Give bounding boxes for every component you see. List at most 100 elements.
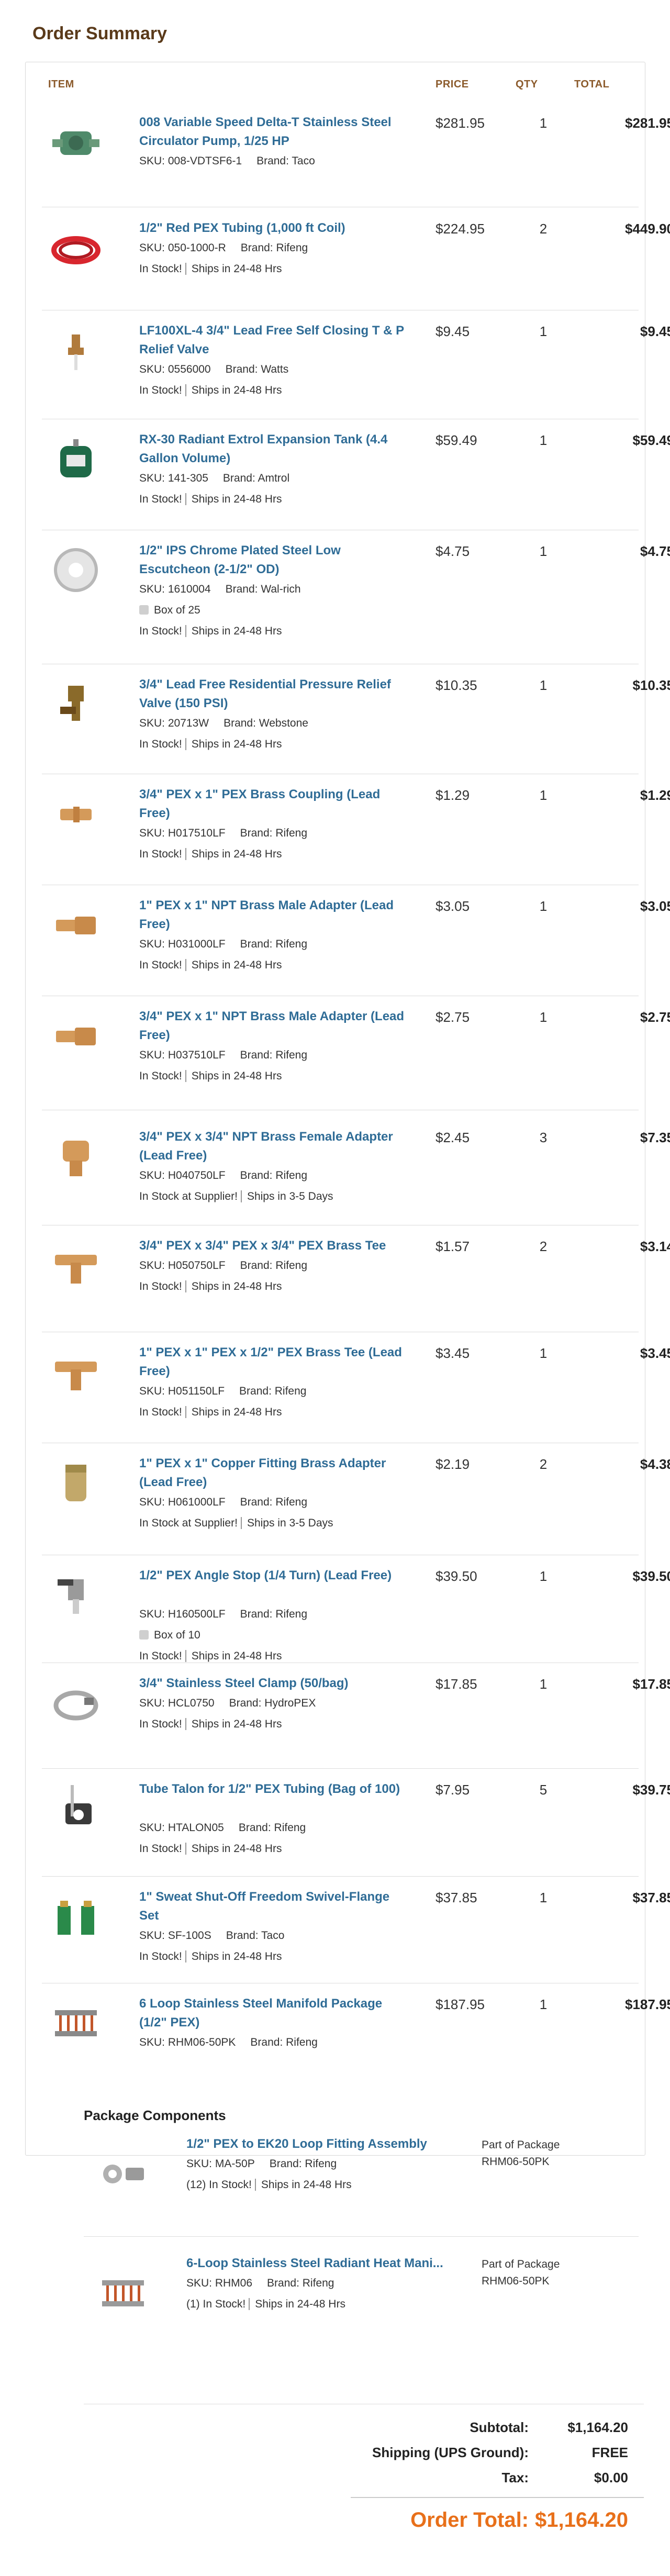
item-qty: 1 <box>539 787 548 803</box>
package-components-title: Package Components <box>84 2107 226 2123</box>
item-sku-brand: SKU: SF-100S Brand: Taco <box>139 1930 432 1942</box>
part-of-package-sku: RHM06-50PK <box>482 2275 550 2287</box>
copper-adapter-icon[interactable] <box>47 1454 105 1512</box>
item-sku-brand: SKU: RHM06-50PK Brand: Rifeng <box>139 2036 432 2049</box>
relief-valve-icon[interactable] <box>47 321 105 379</box>
pressure-relief-valve-icon[interactable] <box>47 675 105 733</box>
flange-set-icon[interactable] <box>47 1888 105 1945</box>
ships-label: Ships in 24-48 Hrs <box>249 2298 345 2310</box>
clamp-icon[interactable] <box>47 1674 105 1732</box>
item-name-link[interactable]: 1/2" PEX Angle Stop (1/4 Turn) (Lead Fre… <box>139 1566 411 1585</box>
item-name-link[interactable]: 3/4" Stainless Steel Clamp (50/bag) <box>139 1674 411 1693</box>
ships-label: Ships in 24-48 Hrs <box>185 959 282 971</box>
box-icon <box>139 1630 149 1640</box>
manifold-icon[interactable] <box>47 1994 105 2052</box>
row-divider <box>42 1876 639 1877</box>
item-sku: SKU: HCL0750 <box>139 1697 215 1709</box>
item-price: $3.05 <box>436 898 470 914</box>
brass-tee-icon[interactable] <box>47 1236 105 1294</box>
item-sku-brand: SKU: 141-305 Brand: Amtrol <box>139 472 432 485</box>
stock-label: In Stock! <box>139 263 182 275</box>
tube-talon-icon[interactable] <box>47 1780 105 1837</box>
tax-label: Tax: <box>501 2470 529 2485</box>
stock-label: In Stock! <box>139 384 182 396</box>
item-name-link[interactable]: 1/2" Red PEX Tubing (1,000 ft Coil) <box>139 219 411 238</box>
stock-label: In Stock! <box>139 1843 182 1855</box>
item-brand: Brand: Rifeng <box>239 1385 307 1397</box>
item-sku: SKU: RHM06-50PK <box>139 2036 236 2048</box>
item-total: $9.45 <box>640 324 670 339</box>
item-stock-status: In Stock! Ships in 24-48 Hrs <box>139 959 432 972</box>
manifold-icon[interactable] <box>84 2254 162 2333</box>
item-total: $10.35 <box>632 677 670 693</box>
column-header-qty: QTY <box>516 79 538 90</box>
item-price: $9.45 <box>436 324 470 339</box>
pex-coil-icon[interactable] <box>47 219 105 276</box>
ships-label: Ships in 3-5 Days <box>240 1517 333 1529</box>
item-sku: SKU: HTALON05 <box>139 1822 224 1834</box>
component-name-link[interactable]: 6-Loop Stainless Steel Radiant Heat Mani… <box>186 2254 469 2273</box>
item-name-link[interactable]: 3/4" PEX x 1" NPT Brass Male Adapter (Le… <box>139 1007 411 1045</box>
item-total: $449.90 <box>625 221 670 237</box>
item-qty: 1 <box>539 432 548 448</box>
item-name-link[interactable]: 1" PEX x 1" NPT Brass Male Adapter (Lead… <box>139 896 411 934</box>
item-qty: 1 <box>539 898 548 914</box>
ships-label: Ships in 24-48 Hrs <box>185 493 282 505</box>
item-name-link[interactable]: 1" Sweat Shut-Off Freedom Swivel-Flange … <box>139 1888 411 1925</box>
component-sku-brand: SKU: RHM06 Brand: Rifeng <box>186 2277 334 2290</box>
item-stock-status: In Stock! Ships in 24-48 Hrs <box>139 263 432 275</box>
stock-label: In Stock! <box>139 959 182 971</box>
ships-label: Ships in 24-48 Hrs <box>185 384 282 396</box>
item-qty: 5 <box>539 1782 548 1798</box>
subtotal-value: $1,164.20 <box>567 2419 628 2435</box>
item-name-link[interactable]: RX-30 Radiant Extrol Expansion Tank (4.4… <box>139 430 411 468</box>
stock-label: In Stock! <box>139 625 182 637</box>
item-name-link[interactable]: 3/4" PEX x 3/4" PEX x 3/4" PEX Brass Tee <box>139 1236 411 1255</box>
item-price: $224.95 <box>436 221 485 237</box>
brass-tee-icon[interactable] <box>47 1343 105 1401</box>
expansion-tank-icon[interactable] <box>47 430 105 488</box>
item-brand: Brand: Rifeng <box>240 1259 308 1272</box>
item-stock-status: In Stock! Ships in 24-48 Hrs <box>139 1280 432 1293</box>
item-name-link[interactable]: 6 Loop Stainless Steel Manifold Package … <box>139 1994 411 2032</box>
escutcheon-icon[interactable] <box>47 541 105 599</box>
item-brand: Brand: Watts <box>225 363 289 375</box>
item-name-link[interactable]: LF100XL-4 3/4" Lead Free Self Closing T … <box>139 321 411 359</box>
ships-label: Ships in 24-48 Hrs <box>185 1280 282 1292</box>
item-sku-brand: SKU: 0556000 Brand: Watts <box>139 363 432 376</box>
brass-coupling-icon[interactable] <box>47 785 105 843</box>
column-header-item: ITEM <box>48 79 74 90</box>
item-name-link[interactable]: 1" PEX x 1" Copper Fitting Brass Adapter… <box>139 1454 411 1492</box>
item-name-link[interactable]: 3/4" PEX x 1" PEX Brass Coupling (Lead F… <box>139 785 411 823</box>
circulator-pump-icon[interactable] <box>47 113 105 171</box>
item-brand: Brand: Amtrol <box>222 472 290 484</box>
component-name-link[interactable]: 1/2" PEX to EK20 Loop Fitting Assembly <box>186 2135 469 2154</box>
item-name-link[interactable]: 3/4" PEX x 3/4" NPT Brass Female Adapter… <box>139 1128 411 1165</box>
female-adapter-icon[interactable] <box>47 1128 105 1185</box>
order-total-value: $1,164.20 <box>535 2508 628 2532</box>
item-stock-status: In Stock! Ships in 24-48 Hrs <box>139 1843 432 1855</box>
item-name-link[interactable]: 3/4" Lead Free Residential Pressure Reli… <box>139 675 411 713</box>
item-name-link[interactable]: 1/2" IPS Chrome Plated Steel Low Escutch… <box>139 541 411 579</box>
stock-label: In Stock! <box>139 1718 182 1730</box>
item-name-link[interactable]: 1" PEX x 1" PEX x 1/2" PEX Brass Tee (Le… <box>139 1343 411 1381</box>
loop-fitting-icon[interactable] <box>84 2135 162 2213</box>
item-brand: Brand: Webstone <box>224 717 308 729</box>
male-adapter-icon[interactable] <box>47 896 105 954</box>
male-adapter-icon[interactable] <box>47 1007 105 1065</box>
item-name-link[interactable]: Tube Talon for 1/2" PEX Tubing (Bag of 1… <box>139 1780 411 1799</box>
item-brand: Brand: Rifeng <box>238 1822 306 1834</box>
ships-label: Ships in 24-48 Hrs <box>185 1718 282 1730</box>
item-qty: 1 <box>539 115 548 131</box>
item-sku-brand: SKU: H061000LF Brand: Rifeng <box>139 1496 432 1509</box>
stock-label: In Stock! <box>139 738 182 750</box>
item-stock-status: In Stock! Ships in 24-48 Hrs <box>139 493 432 506</box>
item-sku-brand: SKU: 1610004 Brand: Wal-rich <box>139 583 432 596</box>
component-divider <box>84 2236 639 2237</box>
angle-stop-icon[interactable] <box>47 1566 105 1624</box>
item-price: $37.85 <box>436 1890 477 1905</box>
item-name-link[interactable]: 008 Variable Speed Delta-T Stainless Ste… <box>139 113 411 151</box>
ships-label: Ships in 24-48 Hrs <box>185 1650 282 1662</box>
item-sku: SKU: H037510LF <box>139 1049 226 1061</box>
ships-label: Ships in 24-48 Hrs <box>185 1406 282 1418</box>
